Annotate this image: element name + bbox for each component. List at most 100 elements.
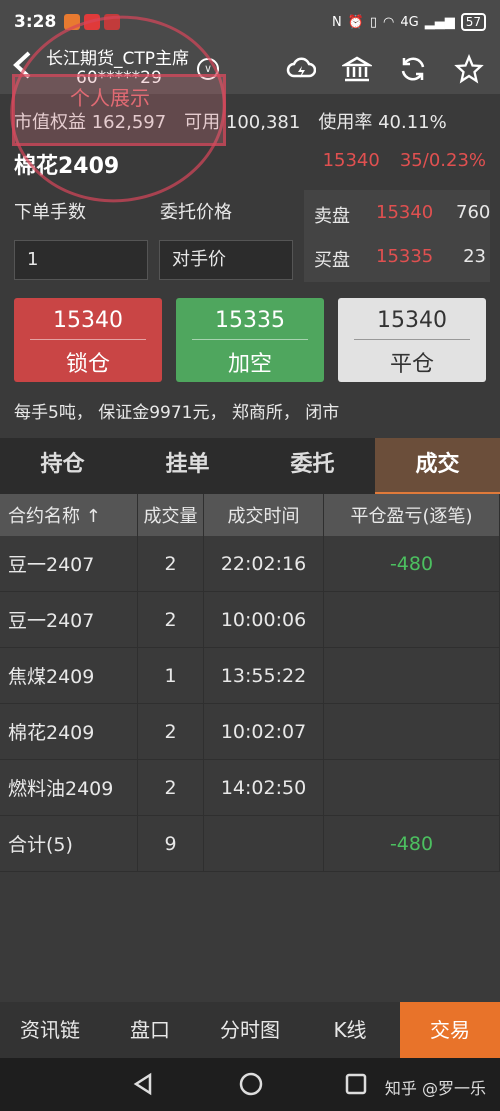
ask-price: 15340 [376,202,434,223]
status-right: N ⏰ ▯ ◠ 4G ▂▄▆ 57 [332,13,486,31]
nav-kline[interactable]: K线 [300,1002,400,1058]
source-watermark: 知乎 @罗一乐 [384,1079,486,1098]
refresh-icon[interactable] [398,54,428,84]
app-notification-icon [64,14,81,30]
cell-pnl [324,760,500,815]
bid-qty: 23 [463,246,486,267]
account-id: 60*****29 [76,68,162,88]
col-pnl[interactable]: 平仓盈亏(逐笔) [324,494,500,536]
app-notification-icon [84,14,101,30]
price-label: 委托价格 [160,202,232,223]
table-row[interactable]: 燃料油2409 2 14:02:50 [0,760,500,816]
cell-volume: 1 [138,648,204,703]
tab-positions[interactable]: 持仓 [0,438,125,494]
account-summary: 市值权益 162,597 可用 100,381 使用率 40.11% [14,108,447,134]
lock-position-button[interactable]: 15340 锁仓 [14,298,162,382]
qty-input[interactable]: 1 [14,240,148,280]
qty-label: 下单手数 [14,202,86,223]
nav-trade[interactable]: 交易 [400,1002,500,1058]
last-price: 15340 [322,150,380,171]
lock-price: 15340 [53,308,123,333]
cell-pnl [324,592,500,647]
tab-bar: 持仓 挂单 委托 成交 [0,438,500,494]
cell-time: 14:02:50 [204,760,324,815]
order-book: 卖盘 15340 760 买盘 15335 23 [304,190,490,282]
star-icon[interactable] [454,54,484,84]
status-time: 3:28 [14,12,57,32]
cell-contract: 豆一2407 [0,536,138,591]
ask-row: 卖盘 15340 760 [314,202,491,228]
ask-qty: 760 [456,202,491,223]
col-contract[interactable]: 合约名称 ↑ [0,494,138,536]
tab-pending[interactable]: 挂单 [125,438,250,494]
table-row[interactable]: 豆一2407 2 22:02:16 -480 [0,536,500,592]
symbol-name[interactable]: 棉花2409 [14,148,119,180]
cell-time: 13:55:22 [204,648,324,703]
short-price: 15335 [215,308,285,333]
cell-volume: 2 [138,536,204,591]
battery-icon: 57 [460,13,486,31]
cell-contract: 豆一2407 [0,592,138,647]
usage-field: 使用率 40.11% [318,112,447,133]
cell-pnl [324,704,500,759]
alarm-icon: ⏰ [347,14,364,30]
status-bar: 3:28 N ⏰ ▯ ◠ 4G ▂▄▆ 57 [0,0,500,44]
back-button[interactable] [0,44,46,94]
lock-label: 锁仓 [30,339,146,378]
symbol-quote: 15340 35/0.23% [323,150,486,171]
back-arrow-icon [13,51,31,79]
bank-icon[interactable] [342,54,372,84]
close-label: 平仓 [354,339,470,378]
app-notification-icon [104,14,121,30]
cell-volume: 2 [138,592,204,647]
wifi-icon: ◠ [383,14,395,30]
chevron-down-icon[interactable]: ∨ [197,58,220,80]
tab-trades[interactable]: 成交 [375,438,500,494]
system-recents-icon[interactable] [345,1073,367,1095]
table-header: 合约名称 ↑ 成交量 成交时间 平仓盈亏(逐笔) [0,494,500,536]
tab-orders[interactable]: 委托 [250,438,375,494]
available-field: 可用 100,381 [184,112,301,133]
bid-row: 买盘 15335 23 [314,246,486,272]
cloud-sync-icon[interactable] [286,54,316,84]
cell-contract: 棉花2409 [0,704,138,759]
add-short-button[interactable]: 15335 加空 [176,298,324,382]
table-row[interactable]: 焦煤2409 1 13:55:22 [0,648,500,704]
cell-volume: 2 [138,760,204,815]
cell-contract: 合计(5) [0,816,138,871]
system-back-icon[interactable] [132,1072,154,1096]
cell-time: 10:02:07 [204,704,324,759]
cell-pnl [324,648,500,703]
table-total-row: 合计(5) 9 -480 [0,816,500,872]
bottom-nav: 资讯链 盘口 分时图 K线 交易 [0,1002,500,1058]
price-type-input[interactable]: 对手价 [159,240,293,280]
cell-time [204,816,324,871]
nav-intraday[interactable]: 分时图 [200,1002,300,1058]
short-label: 加空 [192,339,308,378]
table-row[interactable]: 棉花2409 2 10:02:07 [0,704,500,760]
col-volume[interactable]: 成交量 [138,494,204,536]
nav-news[interactable]: 资讯链 [0,1002,100,1058]
vibrate-icon: ▯ [369,14,378,30]
col-time[interactable]: 成交时间 [204,494,324,536]
close-position-button[interactable]: 15340 平仓 [338,298,486,382]
cell-time: 10:00:06 [204,592,324,647]
cell-volume: 9 [138,816,204,871]
cell-time: 22:02:16 [204,536,324,591]
account-selector[interactable]: 长江期货_CTP主席 60*****29 [46,50,189,88]
cell-contract: 燃料油2409 [0,760,138,815]
header-icons [286,54,500,84]
signal-icon: 4G [400,14,419,30]
bid-label: 买盘 [314,250,350,271]
ask-label: 卖盘 [314,206,350,227]
cell-volume: 2 [138,704,204,759]
table-row[interactable]: 豆一2407 2 10:00:06 [0,592,500,648]
cell-pnl: -480 [324,536,500,591]
nav-quote[interactable]: 盘口 [100,1002,200,1058]
signal-bars-icon: ▂▄▆ [424,14,455,30]
cell-pnl: -480 [324,816,500,871]
bid-price: 15335 [376,246,434,267]
system-home-icon[interactable] [238,1071,264,1097]
nfc-icon: N [331,14,342,30]
close-price: 15340 [377,308,447,333]
